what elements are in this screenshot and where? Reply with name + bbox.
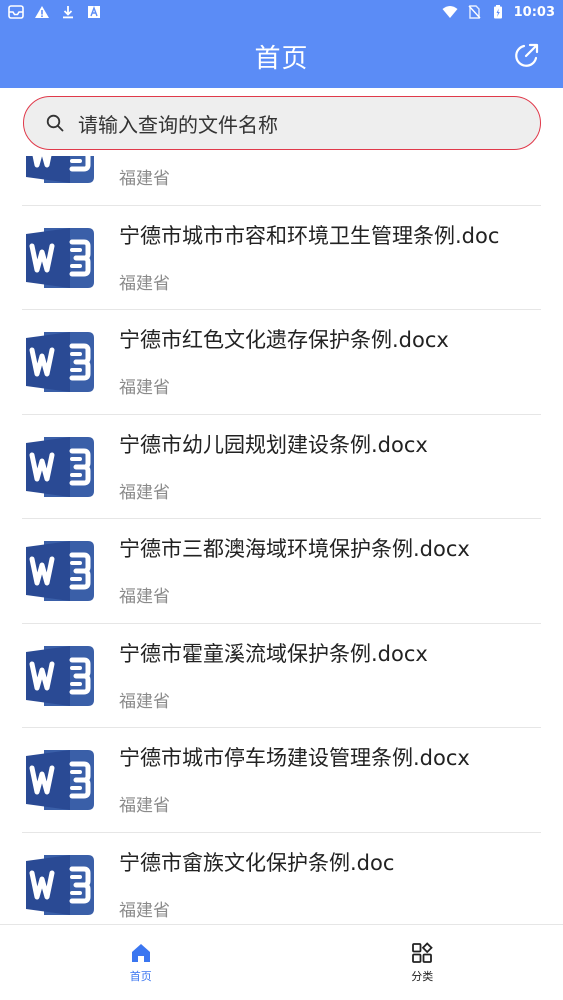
category-icon [411, 941, 434, 964]
nav-item-home[interactable]: 首页 [0, 925, 282, 1000]
status-bar: 10:03 [0, 0, 563, 24]
word-doc-icon [22, 847, 98, 923]
list-item[interactable]: 宁德市城市停车场建设管理条例.docx 福建省 [22, 728, 541, 833]
document-title: 宁德市幼儿园规划建设条例.docx [119, 432, 428, 457]
document-title: 宁德市红色文化遗存保护条例.docx [119, 328, 449, 352]
document-region: 福建省 [119, 273, 170, 294]
document-region: 福建省 [119, 482, 170, 503]
font-icon [86, 5, 102, 19]
search-input[interactable]: 请输入查询的文件名称 [23, 96, 541, 150]
download-icon [60, 5, 76, 19]
search-icon [46, 114, 64, 132]
list-item[interactable]: 宁德市红色文化遗存保护条例.docx 福建省 [22, 310, 541, 415]
word-doc-icon [22, 742, 98, 818]
search-placeholder: 请输入查询的文件名称 [78, 112, 278, 137]
home-icon [130, 942, 152, 964]
word-doc-icon [22, 324, 98, 400]
document-title: 宁德市畲族文化保护条例.doc [119, 850, 395, 875]
word-doc-icon [22, 220, 98, 296]
document-region: 福建省 [119, 587, 170, 607]
nav-label-category: 分类 [411, 969, 434, 983]
search-bar[interactable]: 请输入查询的文件名称 [23, 96, 541, 150]
list-item[interactable]: 福建省 [22, 156, 541, 206]
word-doc-icon [22, 156, 98, 191]
document-title: 宁德市城市停车场建设管理条例.docx [119, 746, 470, 770]
clock-time: 10:03 [513, 4, 555, 20]
document-region: 福建省 [119, 169, 170, 189]
word-doc-icon-graphic [26, 156, 94, 183]
nav-label-home: 首页 [129, 969, 152, 983]
app-header: 首页 [0, 24, 563, 88]
word-doc-icon-graphic [26, 332, 94, 392]
list-item[interactable]: 宁德市霍童溪流域保护条例.docx 福建省 [22, 624, 541, 728]
bottom-nav: 首页 分类 [0, 924, 563, 1000]
battery-icon [490, 5, 506, 19]
list-item[interactable]: 宁德市幼儿园规划建设条例.docx 福建省 [22, 415, 541, 519]
inbox-icon [8, 5, 24, 19]
word-doc-icon-graphic [26, 750, 94, 810]
word-doc-icon-graphic [26, 541, 94, 601]
nav-item-category[interactable]: 分类 [282, 925, 563, 1000]
document-region: 福建省 [119, 378, 170, 398]
word-doc-icon [22, 638, 98, 714]
list-item[interactable]: 宁德市三都澳海域环境保护条例.docx 福建省 [22, 519, 541, 624]
list-item[interactable]: 宁德市城市市容和环境卫生管理条例.doc 福建省 [22, 206, 541, 310]
no-sim-icon [466, 5, 482, 19]
document-region: 福建省 [119, 900, 170, 921]
document-title: 宁德市城市市容和环境卫生管理条例.doc [119, 223, 500, 248]
document-title: 宁德市霍童溪流域保护条例.docx [119, 641, 428, 666]
document-region: 福建省 [119, 796, 170, 816]
document-region: 福建省 [119, 691, 170, 712]
share-icon[interactable] [511, 41, 541, 71]
list-item[interactable]: 宁德市畲族文化保护条例.doc 福建省 [22, 833, 541, 925]
word-doc-icon-graphic [26, 227, 94, 288]
word-doc-icon-graphic [26, 645, 94, 706]
document-list[interactable]: 福建省 宁德市城市市容和环境卫生管理条例.doc 福建省 宁德市红色文化遗存保护条… [0, 156, 563, 924]
word-doc-icon-graphic [26, 436, 94, 497]
word-doc-icon [22, 533, 98, 609]
page-title: 首页 [254, 43, 309, 74]
word-doc-icon-graphic [26, 854, 94, 915]
warning-icon [34, 5, 50, 19]
wifi-icon [442, 5, 458, 19]
word-doc-icon [22, 429, 98, 505]
document-title: 宁德市三都澳海域环境保护条例.docx [119, 537, 470, 561]
